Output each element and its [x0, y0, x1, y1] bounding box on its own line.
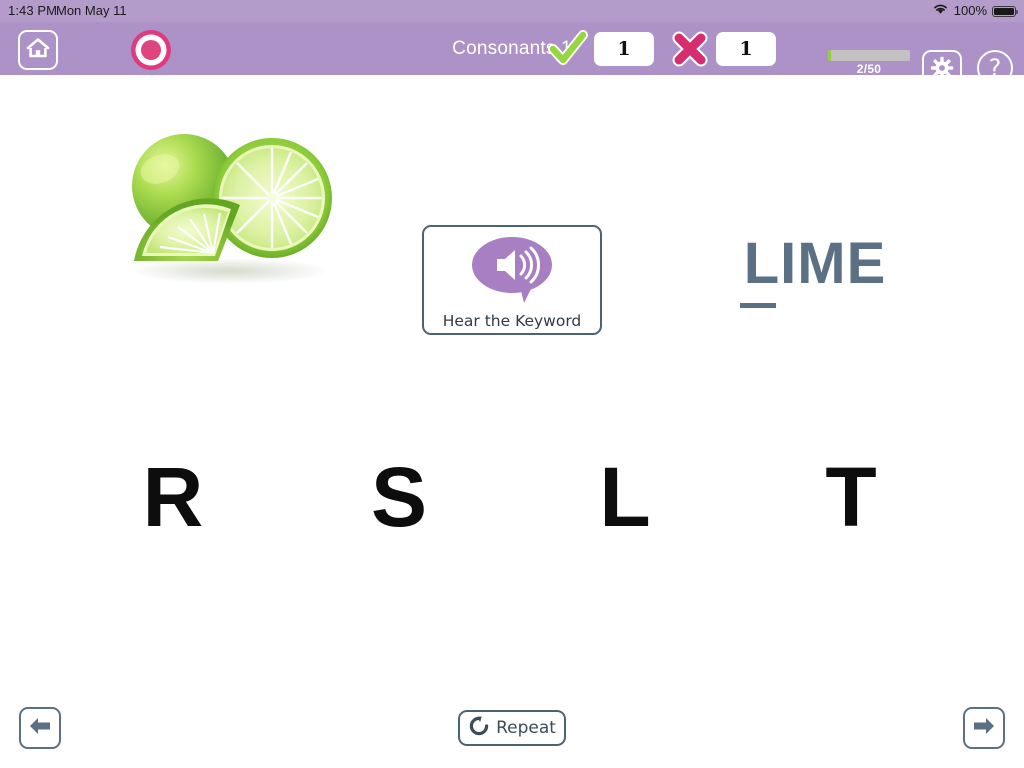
- letter-choices: R S L T: [60, 455, 964, 539]
- status-bar: 1:43 PM Mon May 11 100%: [0, 0, 1024, 22]
- letter-choice-0[interactable]: R: [60, 455, 286, 539]
- status-bar-date: Mon May 11: [56, 3, 127, 18]
- progress-label: 2/50: [856, 62, 882, 76]
- incorrect-count-box: 1: [716, 31, 776, 66]
- x-mark-icon: [670, 29, 710, 69]
- correct-count-value: 1: [617, 37, 631, 60]
- keyword-word: LIME: [743, 231, 887, 296]
- keyword-target-letter-underline: [740, 303, 776, 308]
- record-icon: [130, 30, 172, 75]
- status-bar-right-cluster: 100%: [932, 0, 1018, 22]
- next-button[interactable]: [963, 707, 1005, 749]
- wifi-icon: [932, 0, 949, 22]
- correct-count-box: 1: [594, 31, 654, 66]
- letter-choice-2[interactable]: L: [512, 455, 738, 539]
- home-button[interactable]: [18, 30, 58, 70]
- lesson-stage: Hear the Keyword LIME R S L T Repeat: [0, 75, 1024, 768]
- score-group: 1 1: [548, 22, 776, 75]
- letter-choice-3[interactable]: T: [738, 455, 964, 539]
- repeat-button[interactable]: Repeat: [458, 710, 566, 746]
- repeat-label: Repeat: [496, 718, 556, 738]
- battery-percent-label: 100%: [953, 3, 987, 18]
- record-button[interactable]: [130, 29, 172, 71]
- hear-keyword-label: Hear the Keyword: [442, 312, 582, 330]
- arrow-left-icon: [27, 714, 53, 743]
- battery-full-icon: [992, 5, 1018, 17]
- replay-circular-arrow-icon: [468, 715, 490, 742]
- hear-keyword-button[interactable]: Hear the Keyword: [422, 225, 602, 335]
- keyword-text: LIME: [700, 231, 930, 308]
- progress-fill: [828, 50, 832, 61]
- checkmark-icon: [548, 29, 588, 69]
- speaker-speech-bubble-icon: [464, 233, 560, 310]
- keyword-picture: [100, 113, 350, 288]
- home-icon: [26, 37, 50, 64]
- arrow-right-icon: [971, 714, 997, 743]
- progress-track: [828, 50, 910, 61]
- app-header: Consonants 1 1 1 2/50 ?: [0, 22, 1024, 90]
- lesson-progress: 2/50: [828, 50, 910, 76]
- previous-button[interactable]: [19, 707, 61, 749]
- incorrect-count-value: 1: [739, 37, 753, 60]
- letter-choice-1[interactable]: S: [286, 455, 512, 539]
- status-bar-time: 1:43 PM: [8, 3, 58, 18]
